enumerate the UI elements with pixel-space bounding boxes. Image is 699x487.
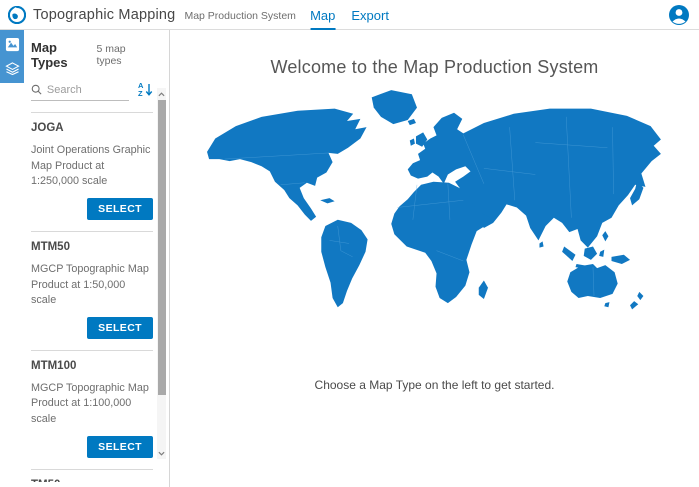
tab-map[interactable]: Map [310,8,335,30]
map-type-count: 5 map types [96,43,153,67]
map-type-desc: Joint Operations Graphic Map Product at … [31,143,151,190]
map-type-name: MTM50 [31,241,153,253]
select-button[interactable]: SELECT [87,198,153,220]
user-avatar-icon[interactable] [669,5,689,25]
scroll-up-icon[interactable] [157,88,166,100]
map-type-name: MTM100 [31,360,153,372]
map-types-sidebar: Map Types 5 map types A Z [0,30,170,487]
map-type-card: JOGA Joint Operations Graphic Map Produc… [31,113,153,232]
select-button[interactable]: SELECT [87,317,153,339]
tool-rail [0,30,24,487]
search-icon [31,83,42,96]
layers-icon[interactable] [4,61,20,75]
map-type-desc: MGCP Topographic Map Product at 1:50,000… [31,262,151,309]
scrollbar-thumb[interactable] [158,100,166,395]
map-type-card: MTM100 MGCP Topographic Map Product at 1… [31,351,153,470]
search-input[interactable] [47,84,129,96]
footer-hint: Choose a Map Type on the left to get sta… [170,378,699,392]
app-subtitle: Map Production System [184,7,295,22]
app-title: Topographic Mapping [33,7,175,23]
map-type-name: TM50 [31,479,153,482]
main-nav: Map Export [310,0,389,30]
sort-az-icon[interactable]: A Z [138,81,153,102]
map-type-list: JOGA Joint Operations Graphic Map Produc… [31,112,153,482]
panel-title: Map Types [31,40,96,70]
map-type-card: TM50 Topographic Map Product at 1:50,000… [31,470,153,482]
main-content: Welcome to the Map Production System [170,30,699,487]
select-button[interactable]: SELECT [87,436,153,458]
sidebar-scrollbar[interactable] [157,88,166,459]
map-type-desc: MGCP Topographic Map Product at 1:100,00… [31,381,151,428]
scroll-down-icon[interactable] [157,447,166,459]
map-type-name: JOGA [31,122,153,134]
map-types-panel: Map Types 5 map types A Z [24,30,169,487]
globe-icon [8,6,26,24]
map-tool-icon[interactable] [4,37,20,51]
map-type-card: MTM50 MGCP Topographic Map Product at 1:… [31,232,153,351]
svg-text:Z: Z [138,89,143,97]
top-bar: Topographic Mapping Map Production Syste… [0,0,699,30]
tab-export[interactable]: Export [351,8,389,30]
world-map [198,86,672,315]
welcome-heading: Welcome to the Map Production System [170,57,699,78]
scrollbar-track[interactable] [157,100,166,447]
